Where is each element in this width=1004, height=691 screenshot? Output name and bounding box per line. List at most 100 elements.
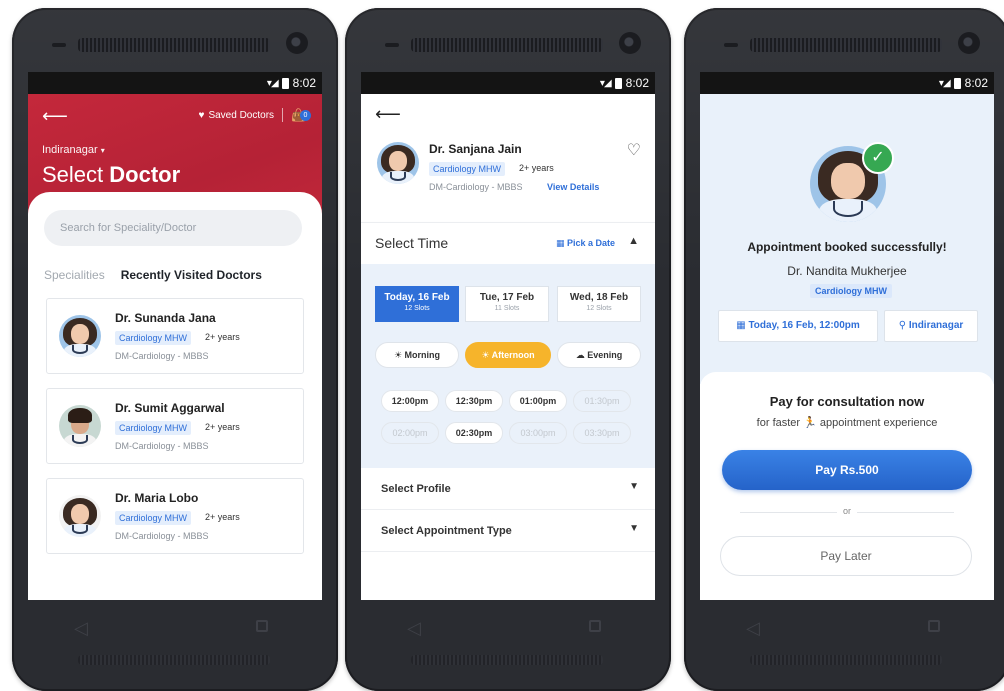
nav-home-icon[interactable] — [256, 620, 268, 632]
time-slot[interactable]: 12:00pm — [381, 390, 439, 412]
chevron-down-icon: ▼ — [629, 481, 639, 492]
avatar — [377, 142, 419, 184]
bag-icon[interactable]: 👜 0 — [291, 108, 311, 122]
period-label: Evening — [587, 350, 623, 360]
slot-count: 12 Slots — [586, 305, 612, 312]
phone-select-time: ▾◢ 8:02 ⟵ Dr. Sanjana Jain Cardiology MH… — [345, 8, 671, 691]
date-option-wed[interactable]: Wed, 18 Feb 12 Slots — [557, 286, 641, 322]
select-type-label: Select Appointment Type — [381, 525, 512, 537]
experience: 2+ years — [205, 422, 240, 432]
degree: DM-Cardiology - MBBS — [115, 441, 209, 451]
nav-back-icon[interactable]: ◁ — [74, 618, 88, 639]
location-chip: ⚲ Indiranagar — [884, 310, 978, 342]
doctor-card[interactable]: Dr. Maria Lobo Cardiology MHW 2+ years D… — [46, 478, 304, 554]
period-afternoon[interactable]: ☀ Afternoon — [465, 342, 551, 368]
saved-doctors-link[interactable]: ♥ Saved Doctors 👜 0 — [198, 108, 311, 122]
speciality-badge: Cardiology MHW — [429, 162, 506, 176]
heart-icon: ♥ — [198, 109, 205, 121]
saved-doctors-label: Saved Doctors — [208, 109, 275, 121]
doctor-name: Dr. Sumit Aggarwal — [115, 401, 225, 415]
back-arrow-icon[interactable]: ⟵ — [42, 106, 68, 127]
pick-date-button[interactable]: ▦ Pick a Date — [556, 238, 615, 249]
battery-icon — [281, 77, 289, 89]
doctor-name: Dr. Maria Lobo — [115, 491, 199, 505]
doctor-card[interactable]: Dr. Sunanda Jana Cardiology MHW 2+ years… — [46, 298, 304, 374]
bottom-speaker — [78, 655, 270, 665]
select-profile-label: Select Profile — [381, 483, 451, 495]
confirmation-panel: ✓ Appointment booked successfully! Dr. N… — [700, 94, 994, 384]
tabs: Specialities Recently Visited Doctors — [44, 268, 262, 282]
chevron-down-icon: ▾ — [100, 146, 105, 155]
nav-back-icon[interactable]: ◁ — [407, 618, 421, 639]
period-evening[interactable]: ☁ Evening — [557, 342, 641, 368]
select-appointment-type-row[interactable]: Select Appointment Type ▼ — [361, 510, 655, 552]
degree: DM-Cardiology - MBBS — [115, 351, 209, 361]
running-man-icon: 🏃 — [803, 417, 817, 429]
pay-subtitle-part2: appointment experience — [819, 417, 938, 429]
battery-icon — [953, 77, 961, 89]
slot-panel: Today, 16 Feb 12 Slots Tue, 17 Feb 11 Sl… — [361, 264, 655, 468]
date-label: Wed, 18 Feb — [569, 292, 629, 303]
select-time-label: Select Time — [375, 235, 449, 251]
nav-home-icon[interactable] — [928, 620, 940, 632]
select-time-bar[interactable]: Select Time ▦ Pick a Date ▲ — [361, 222, 655, 264]
doctor-name: Dr. Sunanda Jana — [115, 311, 216, 325]
search-input[interactable]: Search for Speciality/Doctor — [44, 210, 302, 246]
nav-home-icon[interactable] — [589, 620, 601, 632]
checkmark-icon: ✓ — [862, 142, 894, 174]
proximity-sensor — [385, 43, 399, 47]
calendar-icon: ▦ — [736, 320, 746, 331]
slot-count: 12 Slots — [404, 305, 430, 312]
earpiece-speaker — [750, 38, 942, 52]
time-slot-disabled: 03:00pm — [509, 422, 567, 444]
proximity-sensor — [724, 43, 738, 47]
battery-icon — [614, 77, 622, 89]
location-pin-icon: ⚲ — [898, 320, 907, 331]
date-option-tue[interactable]: Tue, 17 Feb 11 Slots — [465, 286, 549, 322]
chevron-down-icon: ▼ — [629, 523, 639, 534]
front-camera — [286, 32, 308, 54]
cloud-moon-icon: ☁ — [575, 350, 585, 360]
select-profile-row[interactable]: Select Profile ▼ — [361, 468, 655, 510]
tab-recently-visited[interactable]: Recently Visited Doctors — [121, 268, 262, 282]
speciality-badge: Cardiology MHW — [115, 421, 192, 435]
signal-icon: ▾◢ — [266, 77, 279, 89]
doctor-card[interactable]: Dr. Sumit Aggarwal Cardiology MHW 2+ yea… — [46, 388, 304, 464]
pay-now-button[interactable]: Pay Rs.500 — [722, 450, 972, 490]
date-option-today[interactable]: Today, 16 Feb 12 Slots — [375, 286, 459, 322]
pay-later-button[interactable]: Pay Later — [720, 536, 972, 576]
content-panel: Search for Speciality/Doctor Specialitie… — [28, 192, 322, 600]
experience: 2+ years — [205, 332, 240, 342]
avatar — [59, 315, 101, 357]
payment-panel: Pay for consultation now for faster 🏃 ap… — [700, 372, 994, 600]
earpiece-speaker — [78, 38, 270, 52]
speciality-badge: Cardiology MHW — [115, 511, 192, 525]
speciality-badge: Cardiology MHW — [115, 331, 192, 345]
screen: ▾◢ 8:02 ⟵ Dr. Sanjana Jain Cardiology MH… — [361, 72, 655, 600]
signal-icon: ▾◢ — [938, 77, 951, 89]
view-details-link[interactable]: View Details — [547, 182, 599, 192]
tab-specialities[interactable]: Specialities — [44, 268, 105, 282]
nav-back-icon[interactable]: ◁ — [746, 618, 760, 639]
period-morning[interactable]: ☀ Morning — [375, 342, 459, 368]
calendar-icon: ▦ — [555, 238, 565, 248]
date-label: Today, 16 Feb — [384, 292, 450, 303]
chevron-up-icon[interactable]: ▲ — [628, 235, 639, 247]
back-arrow-icon[interactable]: ⟵ — [375, 104, 401, 125]
time-slot-disabled: 01:30pm — [573, 390, 631, 412]
proximity-sensor — [52, 43, 66, 47]
time-slot[interactable]: 02:30pm — [445, 422, 503, 444]
pick-date-label: Pick a Date — [566, 238, 615, 248]
heart-outline-icon[interactable]: ♡ — [627, 140, 641, 160]
divider — [282, 108, 284, 122]
phone-select-doctor: ▾◢ 8:02 ⟵ ♥ Saved Doctors 👜 0 Indiranagar… — [12, 8, 338, 691]
success-message: Appointment booked successfully! — [747, 240, 947, 254]
status-bar: ▾◢ 8:02 — [28, 72, 322, 94]
time-slot[interactable]: 01:00pm — [509, 390, 567, 412]
time-slot-disabled: 03:30pm — [573, 422, 631, 444]
location-selector[interactable]: Indiranagar ▾ — [42, 144, 105, 156]
bag-count-badge: 0 — [300, 110, 311, 121]
degree: DM-Cardiology - MBBS — [115, 531, 209, 541]
time-slot[interactable]: 12:30pm — [445, 390, 503, 412]
experience: 2+ years — [519, 163, 554, 173]
